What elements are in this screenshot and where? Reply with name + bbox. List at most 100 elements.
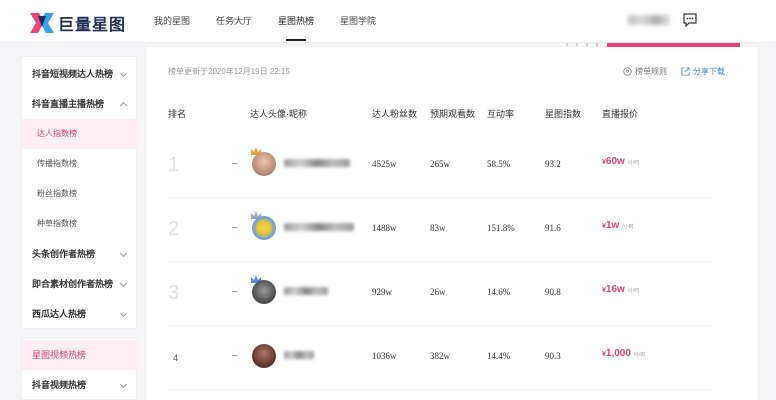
sidebar-menu-secondary: 星图视频热榜 抖音视频热榜: [21, 338, 138, 400]
header-expected-views[interactable]: 预期观看数: [430, 107, 475, 120]
xingtu-index: 90.8: [545, 287, 561, 297]
nav-my-xingtu[interactable]: 我的星图: [154, 0, 190, 43]
sidebar-item-label: 抖音短视频达人热榜: [32, 69, 114, 79]
nav-task-hall[interactable]: 任务大厅: [216, 0, 252, 43]
sidebar-item-toutiao-creators[interactable]: 头条创作者热榜: [22, 239, 138, 269]
sidebar-item-label: 传播指数榜: [37, 159, 77, 168]
table-row[interactable]: 1 – 4525w 265w 58.5% 93.2 ¥60w/小时: [168, 134, 712, 198]
price-value: 1,000: [605, 348, 631, 359]
live-price: ¥60w/小时: [602, 156, 639, 167]
live-price: ¥1w/小时: [602, 220, 634, 231]
logo[interactable]: 巨量星图: [30, 11, 126, 35]
sidebar-item-douyin-video[interactable]: 抖音视频热榜: [22, 370, 138, 400]
sidebar-item-label: 粉丝指数榜: [37, 189, 77, 198]
share-label: 分享下载: [693, 67, 725, 76]
sidebar-item-label: 种草指数榜: [37, 219, 77, 228]
nickname-blurred[interactable]: [284, 159, 350, 167]
live-price: ¥16w/小时: [602, 284, 639, 295]
xingtu-index: 93.2: [545, 159, 561, 169]
rank-number: 3: [168, 282, 180, 304]
sidebar-item-douyin-live[interactable]: 抖音直播主播热榜: [22, 89, 138, 119]
rank-number: 1: [168, 154, 180, 176]
xingtu-index: 90.3: [545, 351, 561, 361]
nav-academy[interactable]: 星图学院: [340, 0, 376, 43]
chevron-up-icon: [119, 101, 128, 110]
sidebar-item-label: 抖音视频热榜: [32, 380, 87, 390]
user-name-blurred[interactable]: [628, 15, 670, 25]
sidebar-item-seeding-index[interactable]: 种草指数榜: [22, 209, 138, 239]
avatar[interactable]: [252, 344, 276, 368]
sidebar-item-fans-index[interactable]: 粉丝指数榜: [22, 179, 138, 209]
header-avatar-name: 达人头像·昵称: [250, 109, 307, 119]
chevron-down-icon: [119, 279, 128, 288]
sidebar-item-douyin-short-video[interactable]: 抖音短视频达人热榜: [22, 59, 138, 89]
message-icon[interactable]: [683, 13, 697, 27]
avatar[interactable]: [252, 280, 276, 304]
table-row[interactable]: 3 – 929w 26w 14.6% 90.8 ¥16w/小时: [168, 262, 712, 326]
share-download-link[interactable]: 分享下载: [681, 66, 725, 77]
logo-text: 巨量星图: [58, 17, 127, 34]
sidebar-item-label: 达人指数榜: [37, 129, 77, 138]
rank-trend: –: [232, 350, 238, 361]
share-icon: [681, 67, 690, 76]
price-unit: /小时: [633, 352, 646, 358]
table-row[interactable]: 4 – 1036w 382w 14.4% 90.3 ¥1,000/小时: [168, 326, 712, 390]
sidebar-item-label: 西瓜达人热榜: [32, 309, 87, 319]
sidebar-item-xingtu-video[interactable]: 星图视频热榜: [22, 340, 138, 370]
rules-link[interactable]: 榜单规则: [623, 66, 667, 77]
price-value: 1w: [605, 220, 620, 231]
header-engagement[interactable]: 互动率: [487, 107, 514, 120]
engagement-rate: 58.5%: [487, 159, 511, 169]
sidebar-item-jihe-creators[interactable]: 即合素材创作者热榜: [22, 269, 138, 299]
nav-hot-list[interactable]: 星图热榜: [278, 0, 314, 43]
rules-label: 榜单规则: [635, 67, 667, 76]
sidebar-item-talent-index[interactable]: 达人指数榜: [22, 119, 138, 149]
expected-views: 26w: [430, 287, 446, 297]
table-row[interactable]: 2 – 1488w 83w 151.8% 91.6 ¥1w/小时: [168, 198, 712, 262]
sidebar-item-label: 星图视频热榜: [32, 350, 87, 360]
nickname-blurred[interactable]: [284, 223, 354, 231]
nickname-blurred[interactable]: [284, 287, 328, 295]
rank-number: 2: [168, 218, 180, 240]
rank-trend: –: [232, 286, 238, 297]
sidebar-item-label: 即合素材创作者热榜: [32, 279, 114, 289]
fans-count: 4525w: [372, 159, 397, 169]
expected-views: 83w: [430, 223, 446, 233]
live-price: ¥1,000/小时: [602, 348, 645, 359]
top-navigation-bar: 巨量星图 我的星图 任务大厅 星图热榜 星图学院: [0, 0, 776, 43]
chevron-down-icon: [119, 309, 128, 318]
main-nav: 我的星图 任务大厅 星图热榜 星图学院: [154, 0, 402, 43]
price-unit: /小时: [627, 288, 640, 294]
nickname-blurred[interactable]: [284, 351, 314, 359]
xingtu-index: 91.6: [545, 223, 561, 233]
fans-count: 929w: [372, 287, 392, 297]
update-time: 榜单更新于2020年12月19日 22:15: [168, 67, 290, 76]
chevron-down-icon: [119, 249, 128, 258]
expected-views: 382w: [430, 351, 450, 361]
fans-count: 1036w: [372, 351, 397, 361]
rank-trend: –: [232, 158, 238, 169]
fans-count: 1488w: [372, 223, 397, 233]
price-unit: /小时: [622, 224, 634, 230]
expected-views: 265w: [430, 159, 450, 169]
engagement-rate: 14.6%: [487, 287, 511, 297]
header-fans[interactable]: 达人粉丝数: [372, 107, 417, 120]
engagement-rate: 151.8%: [487, 223, 515, 233]
question-circle-icon: [623, 67, 632, 76]
logo-mark-icon: [30, 13, 54, 33]
rank-number: 4: [173, 353, 179, 363]
header-rank: 排名: [168, 109, 187, 119]
avatar[interactable]: [252, 216, 276, 240]
engagement-rate: 14.4%: [487, 351, 511, 361]
header-xingtu-index[interactable]: 星图指数: [545, 107, 581, 120]
sidebar-item-xigua-talents[interactable]: 西瓜达人热榜: [22, 299, 138, 329]
avatar[interactable]: [252, 152, 276, 176]
price-value: 16w: [605, 284, 625, 295]
price-value: 60w: [605, 156, 625, 167]
rank-trend: –: [232, 222, 238, 233]
chevron-down-icon: [119, 69, 128, 78]
sidebar-item-label: 头条创作者热榜: [32, 249, 96, 259]
sidebar-item-spread-index[interactable]: 传播指数榜: [22, 149, 138, 179]
chevron-down-icon: [119, 380, 128, 389]
header-live-price[interactable]: 直播报价: [602, 107, 638, 120]
